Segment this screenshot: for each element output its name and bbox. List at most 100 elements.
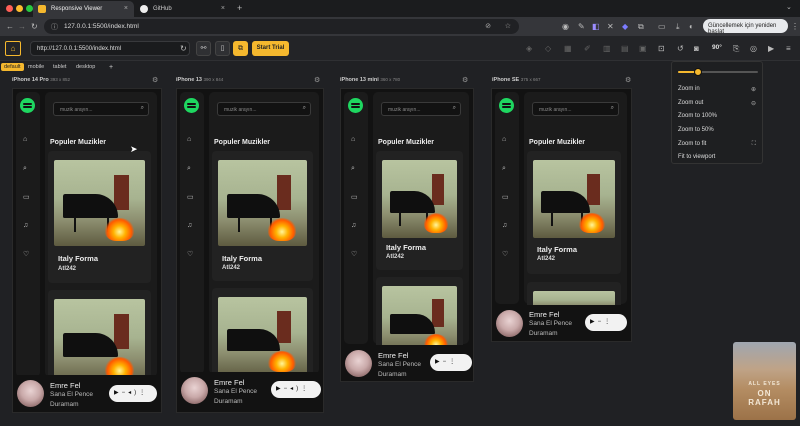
bookmark-star-icon[interactable]: ☆ (505, 22, 511, 30)
player-controls[interactable]: ▶−◂)⋮ (109, 385, 157, 402)
profile-icon[interactable]: ◐ (689, 23, 694, 31)
volume-icon[interactable]: ◂) (128, 390, 139, 396)
grid-icon[interactable]: ▦ (564, 45, 572, 53)
more-icon[interactable]: ⋮ (604, 319, 613, 325)
download-icon[interactable]: ⤓ (676, 23, 680, 31)
song-card[interactable]: Italy Forma Atl242 (527, 151, 621, 274)
search-icon[interactable]: ⌕ (351, 165, 355, 173)
search-icon[interactable]: ⌕ (187, 165, 191, 173)
gear-icon[interactable]: ⚙ (462, 76, 468, 84)
song-card[interactable]: Italy Forma Atl242 (212, 151, 313, 281)
mobile-device-icon[interactable]: ▯ (215, 41, 230, 56)
reload-icon[interactable]: ↻ (180, 45, 187, 53)
more-icon[interactable]: ⋮ (139, 390, 148, 396)
close-window-button[interactable] (6, 5, 13, 12)
add-preset-button[interactable]: + (106, 63, 116, 72)
color-picker-icon[interactable]: ✎ (578, 23, 585, 31)
song-card[interactable]: Italy Forma Atl242 (376, 151, 463, 270)
fit-viewport-item[interactable]: Fit to viewport (678, 154, 715, 160)
rotate-icon[interactable]: ↺ (677, 45, 684, 53)
split-screen-icon[interactable]: ▭ (658, 23, 666, 31)
library-icon[interactable]: ▭ (23, 193, 30, 201)
eye-off-icon[interactable]: ⊘ (485, 22, 491, 30)
address-bar[interactable]: ⓘ 127.0.0.1:5500/index.html ⊘ ☆ (44, 19, 519, 34)
pen-icon[interactable]: ✐ (584, 45, 591, 53)
preset-tablet[interactable]: tablet (50, 63, 69, 71)
viewer-url-input[interactable]: http://127.0.0.1:5500/index.html (30, 41, 190, 56)
start-trial-button[interactable]: Start Trial (252, 41, 289, 56)
translate-icon[interactable]: ◧ (592, 23, 600, 31)
layers-icon[interactable]: ◈ (526, 45, 532, 53)
home-icon[interactable]: ⌂ (187, 136, 191, 143)
search-input[interactable]: muzik arayın... ⌕ (217, 102, 311, 116)
extension-icon[interactable]: ◉ (562, 23, 569, 31)
device-frame-iphone14pro[interactable]: ⌂ ⌕ ▭ ♫ ♡ muzik arayın... ⌕ Populer Muzik… (12, 88, 162, 413)
folder-icon[interactable]: ▤ (621, 45, 629, 53)
new-tab-button[interactable]: + (237, 3, 242, 13)
back-icon[interactable]: ← (6, 23, 14, 31)
search-input[interactable]: muzik arayın... ⌕ (53, 102, 149, 116)
sync-scroll-icon[interactable]: ⎘ (733, 45, 739, 53)
search-icon[interactable]: ⌕ (23, 165, 27, 173)
song-card[interactable] (48, 290, 151, 380)
zoom-slider[interactable] (678, 68, 758, 76)
zoom-out-item[interactable]: Zoom out (678, 100, 703, 106)
zoom-in-item[interactable]: Zoom in (678, 86, 700, 92)
camera-icon[interactable]: ◙ (694, 45, 699, 53)
more-icon[interactable]: ⋮ (301, 386, 310, 392)
cube-icon[interactable]: ◇ (545, 45, 551, 53)
gear-icon[interactable]: ⚙ (625, 76, 631, 84)
heart-icon[interactable]: ♡ (502, 250, 508, 258)
home-icon[interactable]: ⌂ (23, 136, 27, 143)
device-frame-iphone13[interactable]: ⌂ ⌕ ▭ ♫ ♡ muzik arayın... ⌕ Populer Muzik… (176, 88, 324, 413)
song-card[interactable]: Italy Forma Atl242 (48, 151, 151, 283)
site-info-icon[interactable]: ⓘ (51, 22, 58, 32)
tab-github[interactable]: GitHub × (135, 1, 231, 17)
playlist-icon[interactable]: ♫ (351, 222, 356, 229)
play-icon[interactable]: ▶ (435, 359, 443, 365)
zoom-fit-item[interactable]: Zoom to fit (678, 141, 706, 147)
minimize-window-button[interactable] (16, 5, 23, 12)
player-controls[interactable]: ▶−⋮ (585, 314, 627, 331)
zoom-50-item[interactable]: Zoom to 50% (678, 127, 714, 133)
tab-search-icon[interactable]: ⌄ (786, 3, 792, 11)
extension-icon[interactable]: ✕ (607, 23, 614, 31)
player-controls[interactable]: ▶−◂)⋮ (271, 381, 321, 398)
home-icon[interactable]: ⌂ (351, 136, 355, 143)
reload-icon[interactable]: ↻ (31, 23, 38, 31)
play-icon[interactable]: ▶ (590, 319, 598, 325)
update-browser-button[interactable]: Güncellemek için yeniden başlat (703, 19, 788, 35)
song-card[interactable] (212, 288, 313, 378)
play-icon[interactable]: ▶ (114, 390, 122, 396)
hamburger-menu-icon[interactable]: ≡ (786, 45, 791, 53)
spotify-logo-icon[interactable] (499, 98, 514, 113)
library-icon[interactable]: ▭ (502, 193, 509, 201)
more-icon[interactable]: ⋮ (449, 359, 458, 365)
playlist-icon[interactable]: ♫ (502, 222, 507, 229)
forward-icon[interactable]: → (18, 23, 26, 31)
spotify-logo-icon[interactable] (184, 98, 199, 113)
heart-icon[interactable]: ♡ (351, 250, 357, 258)
gear-icon[interactable]: ⚙ (152, 76, 158, 84)
device-frame-iphone13mini[interactable]: ⌂ ⌕ ▭ ♫ ♡ muzik arayın... ⌕ Populer Muzik… (340, 88, 474, 382)
close-tab-icon[interactable]: × (124, 5, 128, 12)
library-icon[interactable]: ▭ (187, 193, 194, 201)
tab-responsive-viewer[interactable]: Responsive Viewer × (33, 1, 134, 17)
player-controls[interactable]: ▶−⋮ (430, 354, 472, 371)
floating-image-thumbnail[interactable]: ALL EYES ON RAFAH (733, 342, 796, 420)
screenshot-icon[interactable]: ⧉ (233, 41, 248, 56)
close-tab-icon[interactable]: × (221, 5, 225, 12)
zoom-slider-handle[interactable] (694, 68, 702, 76)
spotify-logo-icon[interactable] (20, 98, 35, 113)
extension-icon[interactable]: ◆ (622, 23, 628, 31)
rotation-value[interactable]: 90° (712, 44, 722, 51)
maximize-window-button[interactable] (26, 5, 33, 12)
play-icon[interactable]: ▶ (768, 45, 774, 53)
preset-mobile[interactable]: mobile (25, 63, 47, 71)
search-icon[interactable]: ⌕ (502, 165, 506, 173)
capture-icon[interactable]: ▣ (639, 45, 647, 53)
home-icon[interactable]: ⌂ (502, 136, 506, 143)
playlist-icon[interactable]: ♫ (187, 222, 192, 229)
play-icon[interactable]: ▶ (276, 386, 284, 392)
zoom-100-item[interactable]: Zoom to 100% (678, 113, 717, 119)
